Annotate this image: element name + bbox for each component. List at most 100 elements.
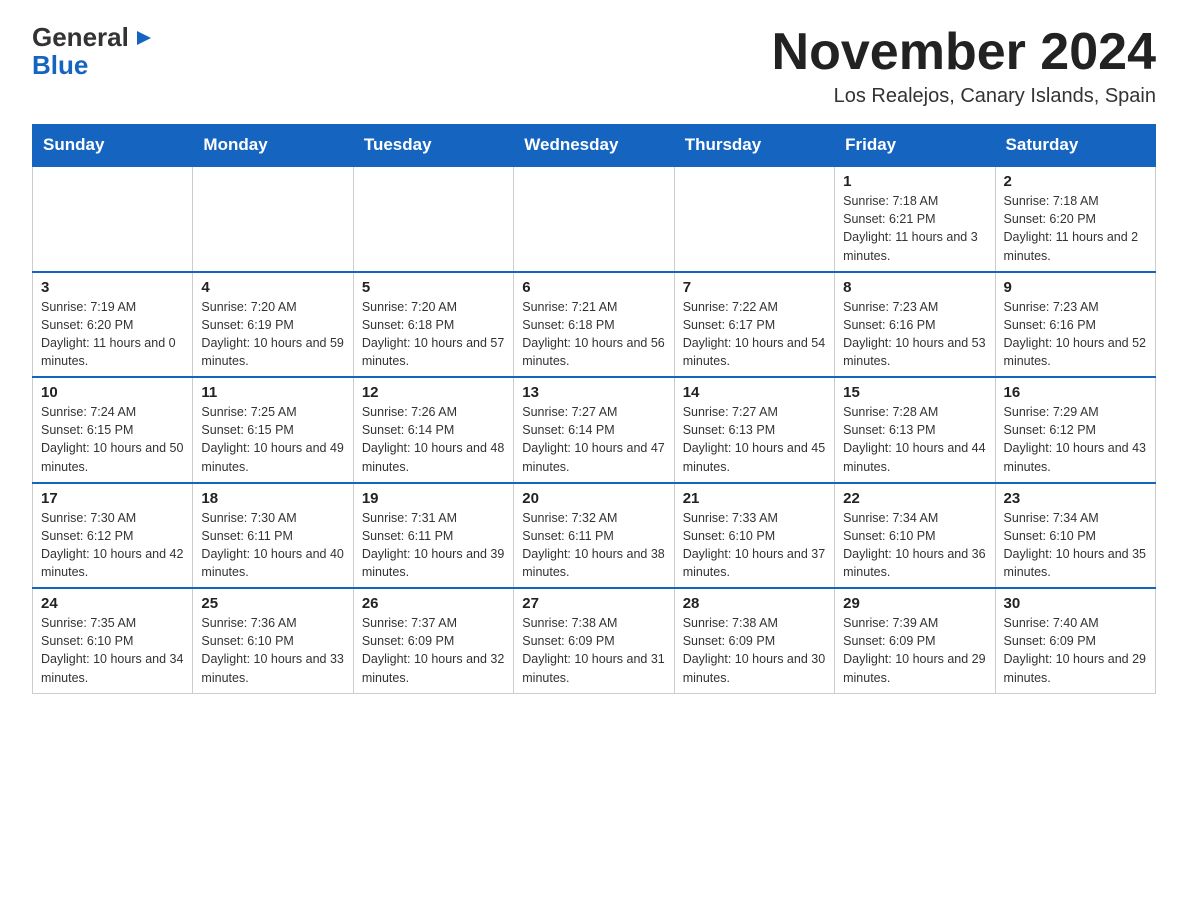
day-number: 14 xyxy=(683,384,826,401)
day-info: Sunrise: 7:35 AM Sunset: 6:10 PM Dayligh… xyxy=(41,614,184,687)
day-info: Sunrise: 7:33 AM Sunset: 6:10 PM Dayligh… xyxy=(683,509,826,582)
calendar-row-3: 10 Sunrise: 7:24 AM Sunset: 6:15 PM Dayli… xyxy=(33,377,1156,483)
day-number: 2 xyxy=(1004,173,1147,190)
day-info: Sunrise: 7:38 AM Sunset: 6:09 PM Dayligh… xyxy=(522,614,665,687)
calendar-cell: 20 Sunrise: 7:32 AM Sunset: 6:11 PM Dayli… xyxy=(514,483,674,589)
calendar-row-4: 17 Sunrise: 7:30 AM Sunset: 6:12 PM Dayli… xyxy=(33,483,1156,589)
day-info: Sunrise: 7:40 AM Sunset: 6:09 PM Dayligh… xyxy=(1004,614,1147,687)
day-info: Sunrise: 7:24 AM Sunset: 6:15 PM Dayligh… xyxy=(41,403,184,476)
calendar-cell: 12 Sunrise: 7:26 AM Sunset: 6:14 PM Dayli… xyxy=(353,377,513,483)
calendar-cell: 9Sunrise: 7:23 AM Sunset: 6:16 PM Daylig… xyxy=(995,272,1155,378)
day-info: Sunrise: 7:30 AM Sunset: 6:11 PM Dayligh… xyxy=(201,509,344,582)
day-number: 8 xyxy=(843,279,986,296)
calendar-cell: 3 Sunrise: 7:19 AM Sunset: 6:20 PM Daylig… xyxy=(33,272,193,378)
page-header: General Blue November 2024 Los Realejos,… xyxy=(32,24,1156,108)
logo-general: General xyxy=(32,24,129,50)
day-info: Sunrise: 7:38 AM Sunset: 6:09 PM Dayligh… xyxy=(683,614,826,687)
day-number: 20 xyxy=(522,490,665,507)
day-number: 24 xyxy=(41,595,184,612)
day-number: 29 xyxy=(843,595,986,612)
calendar-row-5: 24 Sunrise: 7:35 AM Sunset: 6:10 PM Dayli… xyxy=(33,588,1156,693)
day-number: 3 xyxy=(41,279,184,296)
day-number: 22 xyxy=(843,490,986,507)
day-number: 1 xyxy=(843,173,986,190)
calendar-cell: 30Sunrise: 7:40 AM Sunset: 6:09 PM Dayli… xyxy=(995,588,1155,693)
calendar-cell: 13 Sunrise: 7:27 AM Sunset: 6:14 PM Dayli… xyxy=(514,377,674,483)
day-info: Sunrise: 7:31 AM Sunset: 6:11 PM Dayligh… xyxy=(362,509,505,582)
day-info: Sunrise: 7:30 AM Sunset: 6:12 PM Dayligh… xyxy=(41,509,184,582)
calendar-cell: 2 Sunrise: 7:18 AM Sunset: 6:20 PM Daylig… xyxy=(995,166,1155,272)
day-info: Sunrise: 7:26 AM Sunset: 6:14 PM Dayligh… xyxy=(362,403,505,476)
day-number: 27 xyxy=(522,595,665,612)
calendar-cell: 19 Sunrise: 7:31 AM Sunset: 6:11 PM Dayli… xyxy=(353,483,513,589)
day-number: 6 xyxy=(522,279,665,296)
calendar-cell: 23 Sunrise: 7:34 AM Sunset: 6:10 PM Dayli… xyxy=(995,483,1155,589)
calendar-cell: 17 Sunrise: 7:30 AM Sunset: 6:12 PM Dayli… xyxy=(33,483,193,589)
day-number: 17 xyxy=(41,490,184,507)
day-info: Sunrise: 7:21 AM Sunset: 6:18 PM Dayligh… xyxy=(522,298,665,371)
day-info: Sunrise: 7:18 AM Sunset: 6:20 PM Dayligh… xyxy=(1004,192,1147,265)
day-number: 16 xyxy=(1004,384,1147,401)
header-saturday: Saturday xyxy=(995,125,1155,167)
day-info: Sunrise: 7:25 AM Sunset: 6:15 PM Dayligh… xyxy=(201,403,344,476)
header-sunday: Sunday xyxy=(33,125,193,167)
calendar-cell xyxy=(33,166,193,272)
calendar-row-1: 1 Sunrise: 7:18 AM Sunset: 6:21 PM Daylig… xyxy=(33,166,1156,272)
logo-blue: Blue xyxy=(32,50,88,81)
day-info: Sunrise: 7:18 AM Sunset: 6:21 PM Dayligh… xyxy=(843,192,986,265)
calendar-cell: 8 Sunrise: 7:23 AM Sunset: 6:16 PM Daylig… xyxy=(835,272,995,378)
day-info: Sunrise: 7:27 AM Sunset: 6:14 PM Dayligh… xyxy=(522,403,665,476)
day-number: 18 xyxy=(201,490,344,507)
day-info: Sunrise: 7:19 AM Sunset: 6:20 PM Dayligh… xyxy=(41,298,184,371)
day-info: Sunrise: 7:39 AM Sunset: 6:09 PM Dayligh… xyxy=(843,614,986,687)
day-number: 13 xyxy=(522,384,665,401)
day-number: 4 xyxy=(201,279,344,296)
day-number: 11 xyxy=(201,384,344,401)
calendar-cell xyxy=(674,166,834,272)
logo-arrow-icon xyxy=(133,27,155,49)
calendar-cell: 22 Sunrise: 7:34 AM Sunset: 6:10 PM Dayli… xyxy=(835,483,995,589)
calendar-cell: 15Sunrise: 7:28 AM Sunset: 6:13 PM Dayli… xyxy=(835,377,995,483)
calendar-cell: 24 Sunrise: 7:35 AM Sunset: 6:10 PM Dayli… xyxy=(33,588,193,693)
day-number: 9 xyxy=(1004,279,1147,296)
calendar-cell: 18 Sunrise: 7:30 AM Sunset: 6:11 PM Dayli… xyxy=(193,483,353,589)
month-title: November 2024 xyxy=(772,24,1156,81)
day-number: 5 xyxy=(362,279,505,296)
day-info: Sunrise: 7:34 AM Sunset: 6:10 PM Dayligh… xyxy=(1004,509,1147,582)
calendar-cell: 29 Sunrise: 7:39 AM Sunset: 6:09 PM Dayli… xyxy=(835,588,995,693)
day-number: 7 xyxy=(683,279,826,296)
header-friday: Friday xyxy=(835,125,995,167)
day-number: 10 xyxy=(41,384,184,401)
header-wednesday: Wednesday xyxy=(514,125,674,167)
calendar-cell xyxy=(353,166,513,272)
day-number: 21 xyxy=(683,490,826,507)
day-info: Sunrise: 7:22 AM Sunset: 6:17 PM Dayligh… xyxy=(683,298,826,371)
day-info: Sunrise: 7:32 AM Sunset: 6:11 PM Dayligh… xyxy=(522,509,665,582)
day-info: Sunrise: 7:29 AM Sunset: 6:12 PM Dayligh… xyxy=(1004,403,1147,476)
calendar-cell: 10 Sunrise: 7:24 AM Sunset: 6:15 PM Dayli… xyxy=(33,377,193,483)
calendar-cell: 11 Sunrise: 7:25 AM Sunset: 6:15 PM Dayli… xyxy=(193,377,353,483)
day-number: 15 xyxy=(843,384,986,401)
logo: General Blue xyxy=(32,24,155,81)
day-number: 23 xyxy=(1004,490,1147,507)
day-info: Sunrise: 7:34 AM Sunset: 6:10 PM Dayligh… xyxy=(843,509,986,582)
day-info: Sunrise: 7:36 AM Sunset: 6:10 PM Dayligh… xyxy=(201,614,344,687)
calendar-cell: 16 Sunrise: 7:29 AM Sunset: 6:12 PM Dayli… xyxy=(995,377,1155,483)
header-thursday: Thursday xyxy=(674,125,834,167)
calendar-row-2: 3 Sunrise: 7:19 AM Sunset: 6:20 PM Daylig… xyxy=(33,272,1156,378)
day-info: Sunrise: 7:37 AM Sunset: 6:09 PM Dayligh… xyxy=(362,614,505,687)
day-number: 28 xyxy=(683,595,826,612)
calendar-cell: 6 Sunrise: 7:21 AM Sunset: 6:18 PM Daylig… xyxy=(514,272,674,378)
day-number: 25 xyxy=(201,595,344,612)
day-info: Sunrise: 7:23 AM Sunset: 6:16 PM Dayligh… xyxy=(843,298,986,371)
day-number: 12 xyxy=(362,384,505,401)
calendar-cell: 4Sunrise: 7:20 AM Sunset: 6:19 PM Daylig… xyxy=(193,272,353,378)
day-number: 19 xyxy=(362,490,505,507)
calendar-cell: 7 Sunrise: 7:22 AM Sunset: 6:17 PM Daylig… xyxy=(674,272,834,378)
calendar-cell xyxy=(514,166,674,272)
location-title: Los Realejos, Canary Islands, Spain xyxy=(772,85,1156,108)
calendar-table: Sunday Monday Tuesday Wednesday Thursday… xyxy=(32,124,1156,694)
calendar-cell: 28 Sunrise: 7:38 AM Sunset: 6:09 PM Dayli… xyxy=(674,588,834,693)
calendar-cell: 27 Sunrise: 7:38 AM Sunset: 6:09 PM Dayli… xyxy=(514,588,674,693)
calendar-cell: 21 Sunrise: 7:33 AM Sunset: 6:10 PM Dayli… xyxy=(674,483,834,589)
